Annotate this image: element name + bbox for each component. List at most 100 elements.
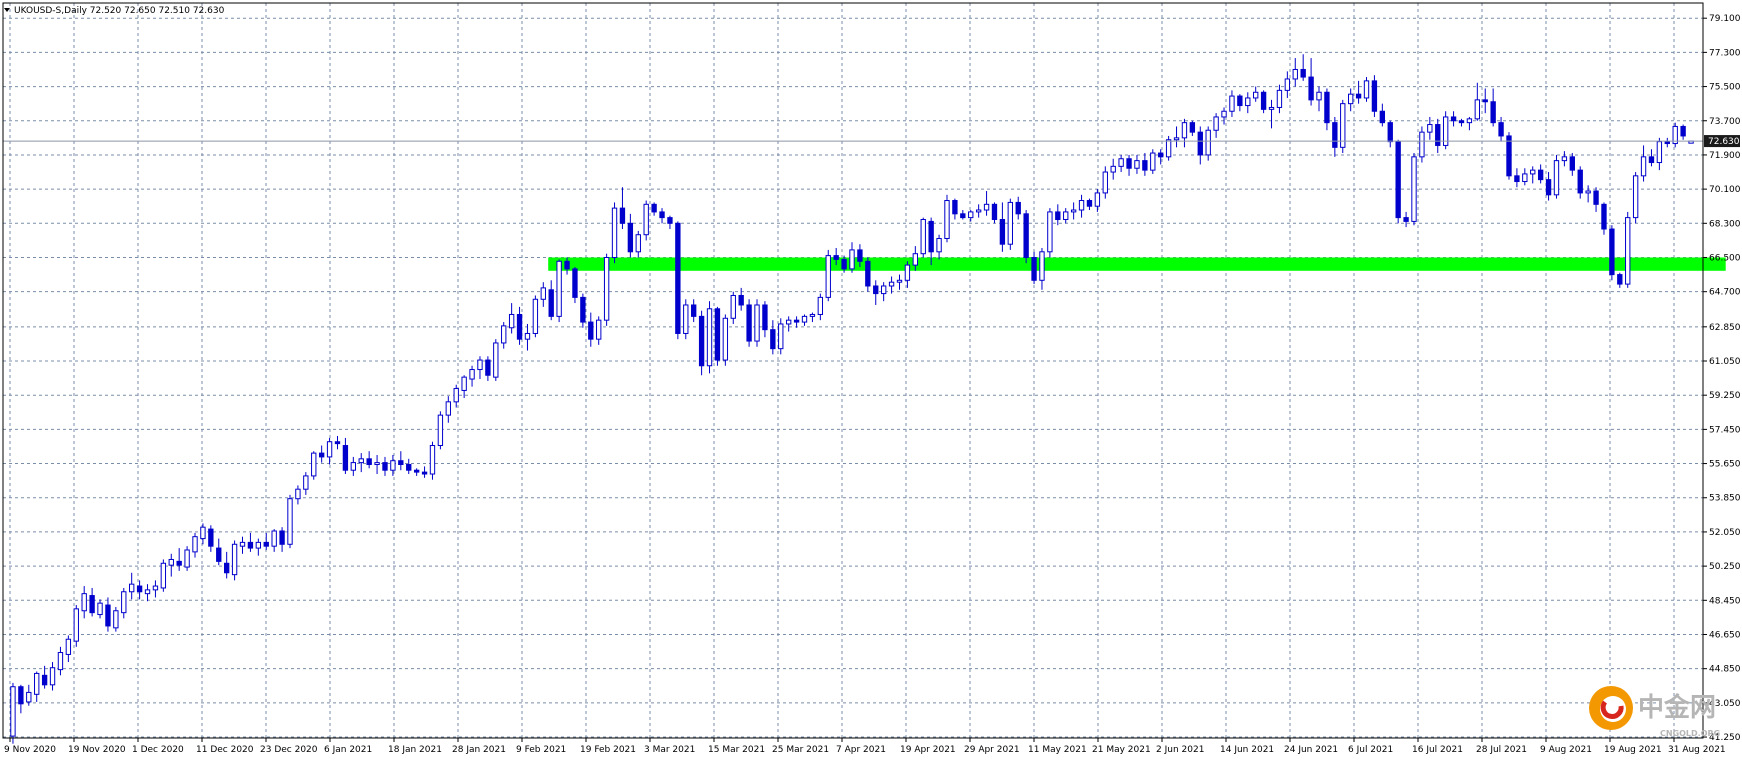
x-tick-label: 24 Jun 2021: [1284, 745, 1338, 755]
x-tick-label: 6 Jul 2021: [1348, 745, 1393, 755]
candle-body-up: [1640, 156, 1647, 177]
candle-body-down: [588, 321, 594, 340]
candle-body-up: [920, 219, 926, 255]
candle-body-down: [1664, 141, 1670, 145]
x-tick-label: 31 Aug 2021: [1668, 745, 1726, 755]
candle-body-down: [1617, 274, 1623, 285]
candle-body-up: [1094, 192, 1101, 207]
candle-body-up: [1253, 91, 1259, 99]
candle-body-down: [1355, 93, 1362, 99]
candle-body-up: [1078, 200, 1085, 211]
y-tick-label: 44.850: [1709, 665, 1741, 675]
candle-body-up: [1411, 156, 1417, 222]
candle-body-up: [1466, 118, 1473, 124]
candle-body-down: [698, 315, 705, 367]
candle-body-down: [136, 585, 143, 593]
candle-body-down: [279, 530, 285, 545]
candle-body-up: [200, 526, 206, 540]
candle-body-down: [406, 464, 412, 471]
candle-body-down: [1023, 213, 1029, 258]
candle-body-up: [508, 313, 515, 329]
candle-body-up: [10, 686, 16, 737]
candle-body-down: [41, 674, 48, 686]
candle-body-up: [556, 260, 562, 317]
candle-body-down: [770, 329, 776, 350]
candle-body-down: [263, 541, 269, 547]
candle-body-up: [896, 279, 903, 283]
candle-body-down: [216, 547, 222, 562]
price-tag-label: 72.630: [1708, 137, 1740, 147]
candle-body-up: [311, 452, 317, 477]
candle-body-up: [374, 462, 380, 466]
candle-body-down: [105, 604, 111, 627]
x-tick-label: 25 Mar 2021: [772, 745, 829, 755]
candle-body-down: [1031, 256, 1037, 281]
candle-body-up: [168, 558, 174, 566]
candle-body-up: [461, 376, 467, 391]
candle-body-down: [1569, 156, 1575, 171]
candle-body-down: [1609, 228, 1615, 276]
candle-body-down: [952, 200, 958, 215]
candle-body-down: [89, 595, 95, 614]
watermark-logo: 中金网 CNGOLD.ORG: [1589, 686, 1720, 738]
candle-body-up: [722, 317, 729, 361]
candle-body-up: [160, 562, 167, 589]
candle-body-up: [469, 369, 475, 380]
chart-header: UKOUSD-S,Daily 72.520 72.650 72.510 72.6…: [4, 6, 225, 16]
candle-body-down: [1260, 91, 1267, 110]
y-tick-label: 71.900: [1709, 151, 1741, 161]
candle-body-down: [421, 471, 428, 475]
candle-body-up: [1110, 165, 1116, 173]
candle-body-down: [1450, 116, 1457, 122]
candle-body-up: [1363, 80, 1370, 99]
candle-body-down: [1237, 95, 1243, 107]
candle-body-down: [691, 304, 697, 317]
candle-body-up: [1047, 211, 1053, 253]
candle-body-down: [793, 319, 800, 323]
collapse-triangle-icon[interactable]: [4, 8, 10, 12]
candle-body-down: [1601, 203, 1607, 230]
candle-body-up: [801, 315, 808, 323]
candle-body-down: [1403, 217, 1409, 222]
candle-body-down: [619, 207, 626, 224]
candle-body-up: [1039, 251, 1045, 281]
candle-body-up: [1181, 122, 1188, 139]
y-tick-label: 57.450: [1709, 425, 1741, 435]
candle-body-down: [247, 541, 254, 549]
candle-body-up: [904, 264, 911, 281]
candle-body-down: [564, 260, 570, 270]
support-zone-band: [548, 257, 1726, 271]
candle-body-down: [1387, 122, 1393, 143]
candle-body-down: [960, 213, 966, 219]
x-tick-label: 19 Apr 2021: [900, 745, 956, 755]
candle-body-up: [635, 234, 641, 253]
candle-body-up: [1347, 93, 1354, 105]
candle-body-down: [516, 313, 523, 340]
candle-body-down: [580, 296, 586, 323]
x-tick-label: 3 Mar 2021: [644, 745, 695, 755]
candle-body-up: [817, 296, 824, 315]
candle-body-down: [398, 460, 404, 466]
candle-body-down: [738, 294, 744, 306]
candle-body-up: [129, 583, 135, 593]
candle-body-up: [1316, 91, 1322, 101]
candle-body-down: [1308, 76, 1314, 101]
candle-body-down: [318, 452, 325, 458]
x-tick-label: 6 Jan 2021: [324, 745, 372, 755]
candle-body-up: [97, 602, 103, 616]
candle-body-up: [809, 313, 816, 317]
candle-body-down: [1371, 80, 1378, 112]
candle-body-up: [1656, 141, 1663, 164]
candle-body-up: [121, 591, 127, 614]
candle-body-down: [865, 260, 871, 287]
candle-body-down: [667, 217, 673, 224]
x-tick-label: 19 Nov 2020: [68, 745, 126, 755]
candle-body-up: [144, 589, 151, 595]
candle-body-up: [1165, 139, 1172, 158]
y-tick-label: 52.050: [1709, 528, 1741, 538]
y-tick-label: 53.850: [1709, 494, 1741, 504]
plot-frame: [2, 2, 1704, 739]
candle-body-up: [350, 462, 357, 471]
y-tick-label: 66.500: [1709, 253, 1741, 263]
x-tick-label: 15 Mar 2021: [708, 745, 765, 755]
